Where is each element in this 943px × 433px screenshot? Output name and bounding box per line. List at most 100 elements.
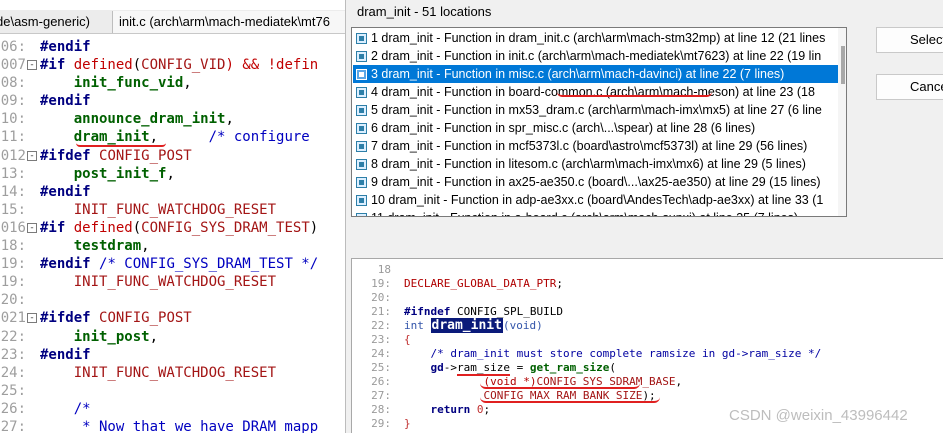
line-number: 20: <box>371 291 391 304</box>
code-text: int dram_init(void) <box>404 318 543 333</box>
line-number: 26: <box>371 375 391 388</box>
code-text: #ifndef CONFIG_SPL_BUILD <box>404 305 563 319</box>
code-token: CONFIG_POST <box>99 147 192 164</box>
location-label: 1 dram_init - Function in dram_init.c (a… <box>371 31 826 45</box>
code-line: 013: post_init_f, <box>0 165 345 183</box>
code-token: /* <box>40 400 91 417</box>
location-item[interactable]: 1 dram_init - Function in dram_init.c (a… <box>353 29 846 47</box>
fold-toggle-icon[interactable]: - <box>27 222 37 233</box>
code-token: , <box>141 238 150 255</box>
code-text: #endif <box>40 92 91 110</box>
function-symbol-icon <box>356 141 367 152</box>
code-line: 022: init_post, <box>0 328 345 346</box>
location-item[interactable]: 3 dram_init - Function in misc.c (arch\a… <box>353 65 846 83</box>
location-item[interactable]: 9 dram_init - Function in ax25-ae350.c (… <box>353 173 846 191</box>
select-button[interactable]: Select <box>876 27 943 53</box>
code-line: 024: INIT_FUNC_WATCHDOG_RESET <box>0 364 345 382</box>
code-token: defined <box>73 219 133 236</box>
line-number: 006: <box>0 39 26 55</box>
line-number: 007 <box>0 57 26 74</box>
code-token: #endif <box>40 183 91 200</box>
code-line: 019: INIT_FUNC_WATCHDOG_RESET <box>0 273 345 291</box>
code-token: #endif <box>40 39 91 55</box>
code-token: } <box>404 417 411 430</box>
line-number: 025: <box>0 382 26 399</box>
code-token: = <box>509 361 530 374</box>
code-line: 023: #endif <box>0 346 345 364</box>
code-token: , <box>225 111 234 128</box>
editor-tab-init-c[interactable]: init.c (arch\arm\mach-mediatek\mt76 <box>112 11 345 33</box>
code-token: CONFIG_POST <box>99 310 192 327</box>
code-text: return 0; <box>404 403 490 417</box>
locations-list[interactable]: 1 dram_init - Function in dram_init.c (a… <box>351 27 847 217</box>
code-text: /* dram_init must store complete ramsize… <box>404 347 821 361</box>
location-item[interactable]: 10 dram_init - Function in adp-ae3xx.c (… <box>353 191 846 209</box>
line-number: 18 <box>377 263 391 276</box>
line-number: 023: <box>0 346 26 363</box>
editor-tab-asm-generic[interactable]: de\asm-generic) <box>0 11 104 33</box>
code-token: #ifdef <box>40 310 100 327</box>
code-text: * Now that we have DRAM mapp <box>40 418 318 433</box>
code-token: post_init_f <box>40 165 167 182</box>
code-text: INIT_FUNC_WATCHDOG_RESET <box>40 364 276 382</box>
fold-toggle-icon[interactable]: - <box>27 313 37 324</box>
code-text: DECLARE_GLOBAL_DATA_PTR; <box>404 277 563 291</box>
code-token: CONFIG_SPL_BUILD <box>456 305 563 318</box>
code-text: gd->ram_size = get_ram_size( <box>404 361 616 376</box>
line-number: 008: <box>0 75 26 92</box>
fold-toggle-icon[interactable]: - <box>27 150 37 161</box>
location-item[interactable]: 8 dram_init - Function in litesom.c (arc… <box>353 155 846 173</box>
code-line: 021- #ifdef CONFIG_POST <box>0 309 345 327</box>
line-number: 022: <box>0 328 26 345</box>
code-token: , <box>149 328 159 345</box>
red-annotation-underline <box>480 397 660 403</box>
code-text: #ifdef CONFIG_POST <box>40 147 192 165</box>
location-item[interactable]: 7 dram_init - Function in mcf5373l.c (bo… <box>353 137 846 155</box>
code-token: #if <box>40 57 74 74</box>
code-token: , <box>166 165 175 182</box>
code-token: INIT_FUNC_WATCHDOG_RESET <box>40 201 277 218</box>
location-item[interactable]: 2 dram_init - Function in init.c (arch\a… <box>353 47 846 65</box>
code-token: #ifdef <box>40 147 100 164</box>
location-label: 11 dram_init - Function in a-board.c (ar… <box>371 209 798 216</box>
code-text: } <box>404 417 411 431</box>
fold-toggle-icon[interactable]: - <box>27 60 37 71</box>
code-text: init_post, <box>40 328 158 346</box>
code-token: ram_size <box>457 361 510 376</box>
scrollbar-thumb[interactable] <box>841 46 845 84</box>
code-editor[interactable]: de\asm-generic) init.c (arch\arm\mach-me… <box>0 0 345 433</box>
code-line: 025: <box>0 382 345 400</box>
code-token: gd <box>430 361 444 374</box>
location-label: 8 dram_init - Function in litesom.c (arc… <box>371 157 806 171</box>
code-token: #endif <box>40 256 100 273</box>
cancel-button[interactable]: Cancel <box>876 74 943 100</box>
code-token: -> <box>443 361 457 374</box>
code-line: 026: /* <box>0 400 345 418</box>
code-line: 007- #if defined(CONFIG_VID) && !defin <box>0 56 345 74</box>
location-item[interactable]: 6 dram_init - Function in spr_misc.c (ar… <box>353 119 846 137</box>
code-line: 011: dram_init, /* configure <box>0 128 345 146</box>
code-line: 006: #endif <box>0 38 345 56</box>
line-number: 25: <box>371 361 391 374</box>
vertical-scrollbar[interactable] <box>838 28 846 216</box>
code-line: 016- #if defined(CONFIG_SYS_DRAM_TEST) <box>0 219 345 237</box>
line-number: 020: <box>0 292 26 309</box>
line-number: 011: <box>0 129 26 146</box>
code-line: 012- #ifdef CONFIG_POST <box>0 147 345 165</box>
line-number: 014: <box>0 183 26 200</box>
line-number: 27: <box>371 389 391 402</box>
location-item[interactable]: 11 dram_init - Function in a-board.c (ar… <box>353 209 846 216</box>
code-token: DECLARE_GLOBAL_DATA_PTR <box>404 277 557 290</box>
code-line: 008: init_func_vid, <box>0 74 345 92</box>
code-token: CONFIG_VID <box>141 57 226 74</box>
location-item[interactable]: 5 dram_init - Function in mx53_dram.c (a… <box>353 101 846 119</box>
editor-tab-bar: de\asm-generic) init.c (arch\arm\mach-me… <box>0 10 345 34</box>
code-text: post_init_f, <box>40 165 175 183</box>
code-text: #endif <box>40 183 91 201</box>
code-token: #endif <box>40 93 91 110</box>
line-number: 24: <box>371 347 391 360</box>
function-symbol-icon <box>356 213 367 216</box>
function-symbol-icon <box>356 123 367 134</box>
code-line: 019: #endif /* CONFIG_SYS_DRAM_TEST */ <box>0 255 345 273</box>
locations-dialog: dram_init - 51 locations 1 dram_init - F… <box>345 0 943 433</box>
